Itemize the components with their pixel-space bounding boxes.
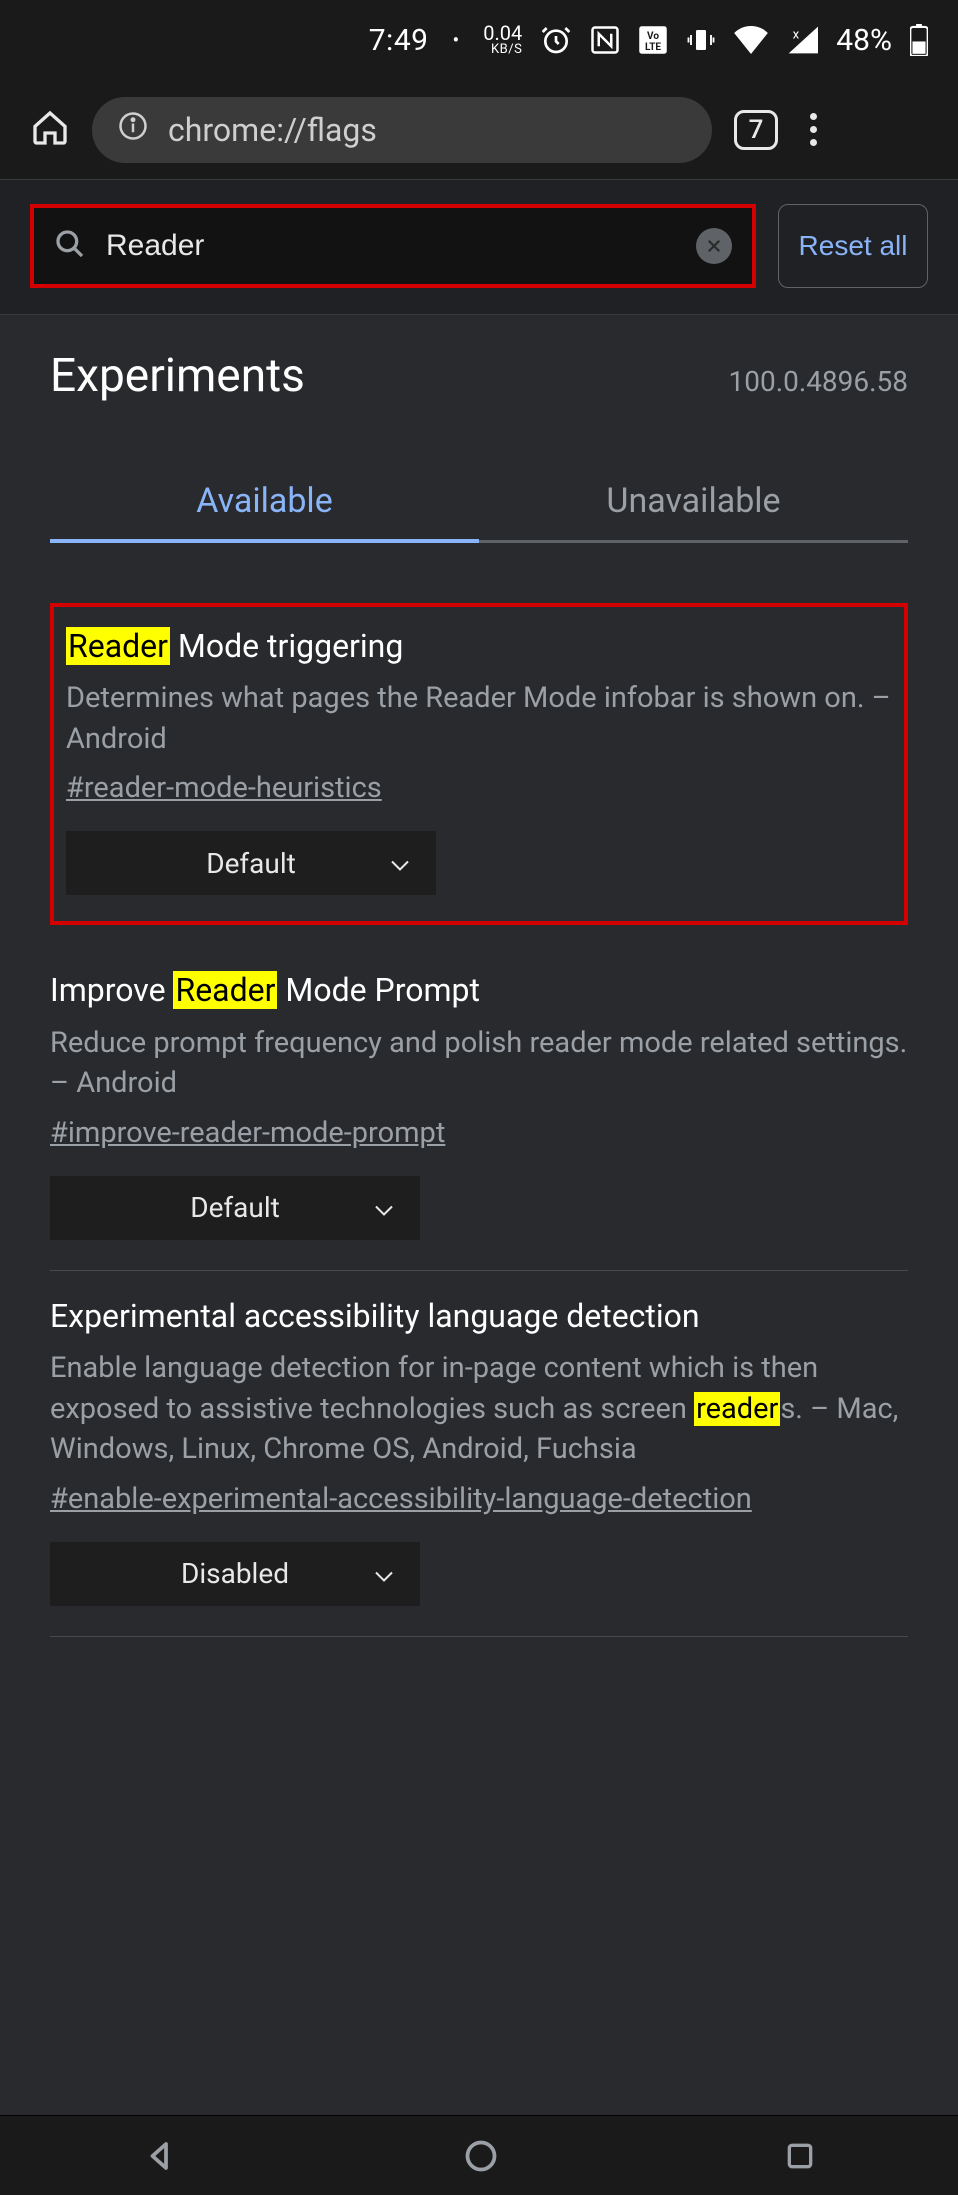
flag-anchor-link[interactable]: #enable-experimental-accessibility-langu… xyxy=(50,1482,752,1516)
flag-select[interactable]: Disabled xyxy=(50,1542,420,1606)
flag-item-reader-mode-heuristics: Reader Mode triggering Determines what p… xyxy=(50,603,908,925)
status-net-speed: 0.04 KB/S xyxy=(483,24,522,56)
svg-text:x: x xyxy=(793,28,800,43)
chevron-down-icon xyxy=(390,847,410,880)
page-title: Experiments xyxy=(50,349,305,403)
system-recents-button[interactable] xyxy=(784,2140,816,2172)
cellular-icon: x xyxy=(786,26,818,54)
flag-description: Reduce prompt frequency and polish reade… xyxy=(50,1023,908,1104)
flag-title: Reader Mode triggering xyxy=(66,625,892,668)
clear-search-button[interactable] xyxy=(696,228,732,264)
tab-unavailable[interactable]: Unavailable xyxy=(479,463,908,543)
alarm-icon xyxy=(540,24,572,56)
page-version: 100.0.4896.58 xyxy=(728,365,908,398)
volte-icon: VoLTE xyxy=(638,25,668,55)
flags-page: Experiments 100.0.4896.58 Available Unav… xyxy=(0,315,958,2115)
search-icon xyxy=(54,228,86,264)
flags-search-input[interactable] xyxy=(106,229,676,263)
flag-list: Reader Mode triggering Determines what p… xyxy=(0,543,958,1637)
status-dot-separator: • xyxy=(453,28,460,52)
system-home-button[interactable] xyxy=(463,2138,499,2174)
flag-item-improve-reader-mode-prompt: Improve Reader Mode Prompt Reduce prompt… xyxy=(50,945,908,1270)
flags-search-box xyxy=(30,204,756,288)
chevron-down-icon xyxy=(374,1191,394,1224)
reset-all-button[interactable]: Reset all xyxy=(778,204,928,288)
omnibox-url: chrome://flags xyxy=(168,111,377,149)
status-time: 7:49 xyxy=(369,23,429,58)
tab-switcher[interactable]: 7 xyxy=(734,110,778,150)
flag-select[interactable]: Default xyxy=(50,1176,420,1240)
status-battery-percent: 48% xyxy=(836,23,892,58)
svg-text:LTE: LTE xyxy=(645,42,661,53)
flag-description: Determines what pages the Reader Mode in… xyxy=(66,678,892,759)
flag-description: Enable language detection for in-page co… xyxy=(50,1348,908,1470)
chevron-down-icon xyxy=(374,1557,394,1590)
search-highlight: reader xyxy=(694,1392,780,1426)
system-back-button[interactable] xyxy=(142,2138,178,2174)
flag-select[interactable]: Default xyxy=(66,831,436,895)
flag-title: Experimental accessibility language dete… xyxy=(50,1295,908,1338)
svg-text:Vo: Vo xyxy=(647,31,659,42)
battery-icon xyxy=(910,24,928,56)
info-icon xyxy=(118,111,148,149)
search-highlight: Reader xyxy=(173,971,277,1009)
browser-toolbar: chrome://flags 7 xyxy=(0,80,958,180)
status-bar: 7:49 • 0.04 KB/S VoLTE x 48% xyxy=(0,0,958,80)
flag-item-experimental-accessibility-language-detection: Experimental accessibility language dete… xyxy=(50,1271,908,1637)
home-button[interactable] xyxy=(30,108,70,152)
wifi-icon xyxy=(734,26,768,54)
flag-anchor-link[interactable]: #reader-mode-heuristics xyxy=(66,771,382,805)
flags-tabs: Available Unavailable xyxy=(50,463,908,543)
flag-anchor-link[interactable]: #improve-reader-mode-prompt xyxy=(50,1116,445,1150)
nfc-icon xyxy=(590,25,620,55)
vibrate-icon xyxy=(686,25,716,55)
browser-menu-button[interactable] xyxy=(800,113,827,146)
page-header: Experiments 100.0.4896.58 xyxy=(0,315,958,463)
tab-available[interactable]: Available xyxy=(50,463,479,543)
flag-title: Improve Reader Mode Prompt xyxy=(50,969,908,1012)
flags-search-row: Reset all xyxy=(0,180,958,315)
system-navigation-bar xyxy=(0,2115,958,2195)
omnibox[interactable]: chrome://flags xyxy=(92,97,712,163)
search-highlight: Reader xyxy=(66,627,170,665)
